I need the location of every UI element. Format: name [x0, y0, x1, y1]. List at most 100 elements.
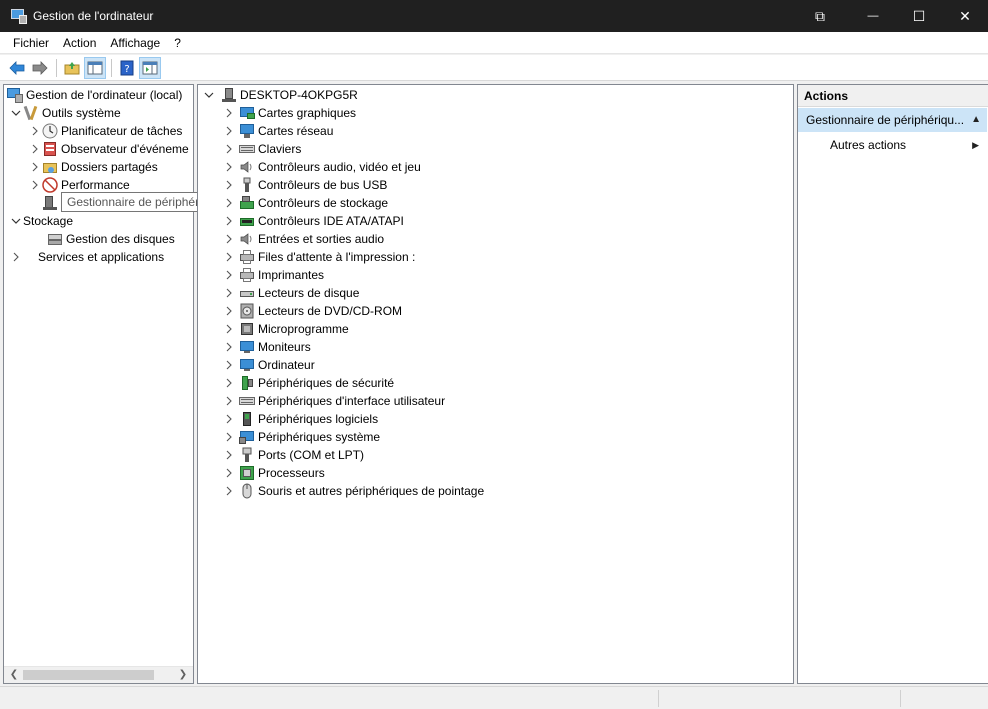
chevron-right-icon[interactable]	[222, 140, 236, 158]
menu-fichier[interactable]: Fichier	[6, 33, 56, 53]
tree-item-services-apps[interactable]: Services et applications	[9, 248, 164, 266]
device-category-item[interactable]: Processeurs	[222, 464, 325, 482]
chevron-right-icon[interactable]	[9, 248, 23, 266]
ide-controller-icon	[239, 213, 255, 229]
device-category-item[interactable]: Périphériques d'interface utilisateur	[222, 392, 445, 410]
device-category-item[interactable]: Périphériques système	[222, 428, 380, 446]
device-category-item[interactable]: Ports (COM et LPT)	[222, 446, 364, 464]
device-root[interactable]: DESKTOP-4OKPG5R	[202, 86, 358, 104]
menu-action[interactable]: Action	[56, 33, 103, 53]
chevron-right-icon[interactable]	[222, 356, 236, 374]
status-bar	[0, 686, 988, 709]
device-category-item[interactable]: Moniteurs	[222, 338, 311, 356]
device-category-item[interactable]: Contrôleurs IDE ATA/ATAPI	[222, 212, 404, 230]
computer-icon	[221, 87, 237, 103]
back-button[interactable]	[6, 57, 28, 79]
chevron-right-icon[interactable]	[222, 158, 236, 176]
back-arrow-icon	[9, 60, 25, 75]
more-actions-label: Autres actions	[830, 138, 907, 152]
tree-item-system-tools[interactable]: Outils système	[9, 104, 121, 122]
chevron-right-icon[interactable]	[28, 122, 42, 140]
chevron-right-icon[interactable]	[222, 446, 236, 464]
chevron-right-icon[interactable]	[28, 176, 42, 194]
device-category-item[interactable]: Contrôleurs de bus USB	[222, 176, 387, 194]
chevron-right-icon[interactable]	[28, 158, 42, 176]
device-category-item[interactable]: Lecteurs de disque	[222, 284, 359, 302]
chevron-right-icon[interactable]	[222, 302, 236, 320]
menu-affichage[interactable]: Affichage	[103, 33, 167, 53]
device-category-item[interactable]: Files d'attente à l'impression :	[222, 248, 415, 266]
chevron-right-icon[interactable]	[222, 122, 236, 140]
firmware-icon	[239, 321, 255, 337]
up-one-level-button[interactable]	[61, 57, 83, 79]
maximize-button[interactable]: ☐	[896, 0, 942, 32]
chevron-right-icon[interactable]	[222, 104, 236, 122]
device-category-item[interactable]: Périphériques de sécurité	[222, 374, 394, 392]
scroll-right-icon[interactable]: ❯	[177, 669, 189, 681]
close-button[interactable]: ✕	[942, 0, 988, 32]
chevron-down-icon[interactable]	[202, 86, 216, 104]
disk-drive-icon	[239, 285, 255, 301]
chevron-right-icon[interactable]	[222, 212, 236, 230]
device-category-item[interactable]: Lecteurs de DVD/CD-ROM	[222, 302, 402, 320]
device-category-item[interactable]: Microprogramme	[222, 320, 349, 338]
forward-button[interactable]	[29, 57, 51, 79]
device-category-item[interactable]: Claviers	[222, 140, 301, 158]
device-category-item[interactable]: Souris et autres périphériques de pointa…	[222, 482, 484, 500]
tree-item-storage[interactable]: Stockage	[9, 212, 73, 230]
usb-icon	[239, 177, 255, 193]
scroll-left-icon[interactable]: ❮	[8, 669, 20, 681]
tree-label: Dossiers partagés	[61, 160, 158, 174]
device-category-label: Contrôleurs audio, vidéo et jeu	[258, 160, 421, 174]
tree-item-event-viewer[interactable]: Observateur d'événeme	[28, 140, 189, 158]
chevron-down-icon[interactable]	[9, 212, 23, 230]
disk-management-icon	[47, 231, 63, 247]
show-action-pane-button[interactable]	[139, 56, 161, 79]
tree-item-root[interactable]: Gestion de l'ordinateur (local)	[7, 86, 182, 104]
tree-item-disk-management[interactable]: Gestion des disques	[47, 230, 175, 248]
actions-section-device-manager[interactable]: Gestionnaire de périphériqu... ▲	[798, 108, 987, 132]
device-category-item[interactable]: Contrôleurs audio, vidéo et jeu	[222, 158, 421, 176]
chevron-right-icon[interactable]	[222, 248, 236, 266]
device-category-label: Contrôleurs de stockage	[258, 196, 389, 210]
show-hide-tree-button[interactable]	[84, 56, 106, 79]
tree-label: Gestion de l'ordinateur (local)	[26, 88, 183, 102]
chevron-right-icon[interactable]	[222, 464, 236, 482]
device-category-item[interactable]: Imprimantes	[222, 266, 324, 284]
collapse-up-icon[interactable]: ▲	[971, 108, 981, 132]
chevron-right-icon[interactable]	[222, 266, 236, 284]
device-category-item[interactable]: Cartes réseau	[222, 122, 333, 140]
device-category-item[interactable]: Périphériques logiciels	[222, 410, 378, 428]
menu-help[interactable]: ?	[167, 33, 188, 53]
scrollbar-thumb[interactable]	[23, 670, 154, 680]
chevron-right-icon[interactable]	[222, 482, 236, 500]
device-category-item[interactable]: Entrées et sorties audio	[222, 230, 384, 248]
chevron-right-icon[interactable]	[222, 176, 236, 194]
device-category-item[interactable]: Ordinateur	[222, 356, 315, 374]
tree-item-task-scheduler[interactable]: Planificateur de tâches	[28, 122, 182, 140]
help-button[interactable]: ?	[116, 57, 138, 79]
device-category-item[interactable]: Cartes graphiques	[222, 104, 356, 122]
chevron-right-icon[interactable]	[222, 392, 236, 410]
tree-item-shared-folders[interactable]: Dossiers partagés	[28, 158, 158, 176]
chevron-right-icon[interactable]	[222, 374, 236, 392]
console-tree-pane[interactable]: Gestion de l'ordinateur (local) Outils s…	[3, 84, 194, 684]
snap-layout-button[interactable]: ⧉	[790, 0, 850, 32]
monitor-icon	[239, 339, 255, 355]
chevron-right-icon[interactable]	[222, 338, 236, 356]
chevron-right-icon[interactable]	[222, 428, 236, 446]
device-category-item[interactable]: Contrôleurs de stockage	[222, 194, 388, 212]
chevron-right-icon[interactable]	[28, 140, 42, 158]
chevron-right-icon[interactable]	[222, 194, 236, 212]
more-actions-item[interactable]: Autres actions ▶	[830, 135, 985, 155]
device-tree-pane[interactable]: DESKTOP-4OKPG5R Cartes graphiques Cartes …	[197, 84, 794, 684]
chevron-right-icon[interactable]	[222, 284, 236, 302]
toolbar: ?	[0, 55, 988, 81]
chevron-right-icon[interactable]	[222, 320, 236, 338]
minimize-button[interactable]: —	[850, 0, 896, 32]
chevron-right-icon[interactable]	[222, 230, 236, 248]
chevron-right-icon[interactable]	[222, 410, 236, 428]
horizontal-scrollbar[interactable]: ❮ ❯	[4, 666, 193, 683]
chevron-down-icon[interactable]	[9, 104, 23, 122]
computer-management-icon	[7, 87, 23, 103]
